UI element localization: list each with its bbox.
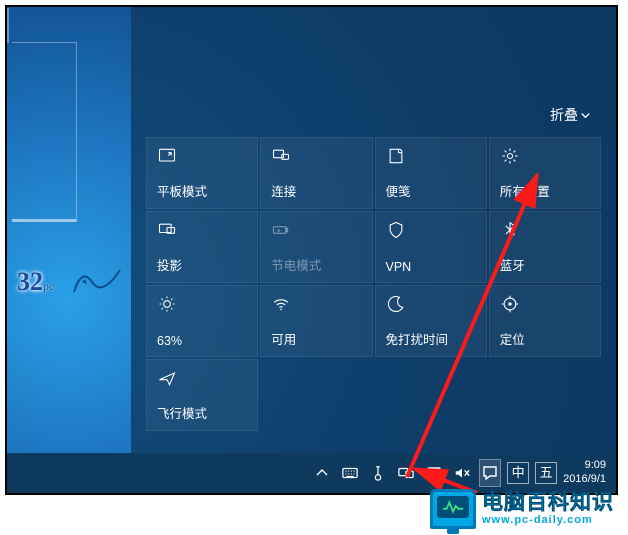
site-brand: 电脑百科知识 www.pc-daily.com xyxy=(430,489,614,529)
brand-url: www.pc-daily.com xyxy=(482,515,614,526)
brand-title: 电脑百科知识 xyxy=(482,492,614,513)
monitor-icon xyxy=(430,489,476,529)
